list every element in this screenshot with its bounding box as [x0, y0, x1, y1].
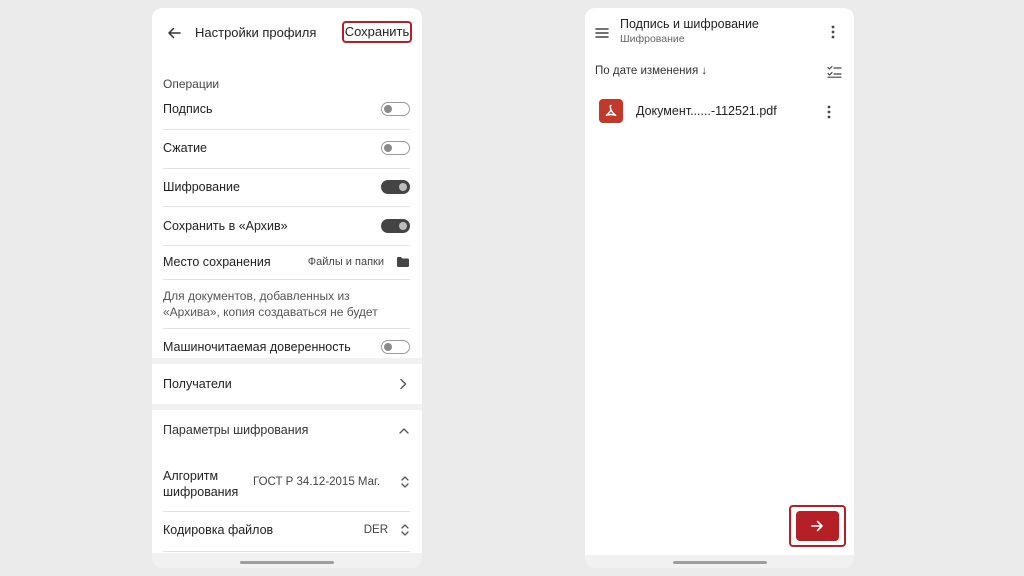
checklist-icon[interactable] [827, 65, 842, 78]
main-content: Подпись и шифрование Шифрование По дате … [585, 8, 854, 555]
save-location-label: Место сохранения [163, 255, 271, 269]
encryption-row[interactable]: Шифрование [163, 180, 410, 196]
algorithm-row[interactable]: Алгоритм шифрования ГОСТ Р 34.12-2015 Ма… [163, 460, 410, 499]
compression-toggle[interactable] [381, 141, 410, 155]
home-indicator [240, 561, 334, 564]
more-vert-icon[interactable] [831, 25, 835, 39]
file-name: Документ......-112521.pdf [636, 104, 777, 118]
algorithm-label: Алгоритм шифрования [163, 468, 238, 500]
save-to-archive-label: Сохранить в «Архив» [163, 219, 288, 233]
divider [163, 206, 410, 207]
save-button[interactable]: Сохранить [342, 21, 412, 43]
top-app-bar: Настройки профиля Сохранить [152, 8, 422, 58]
save-to-archive-row[interactable]: Сохранить в «Архив» [163, 219, 410, 235]
divider [163, 279, 410, 280]
file-encoding-value: DER [363, 524, 388, 536]
profile-settings-screen: Настройки профиля Сохранить Операции Под… [152, 8, 422, 568]
file-encoding-row[interactable]: Кодировка файлов DER [163, 523, 410, 539]
menu-icon[interactable] [595, 27, 609, 39]
save-to-archive-toggle[interactable] [381, 219, 410, 233]
divider [163, 328, 410, 329]
encryption-params-label: Параметры шифрования [163, 423, 309, 437]
back-arrow-icon[interactable] [166, 25, 182, 41]
operations-card: Операции Подпись Сжатие Шифрование Сохра… [152, 58, 422, 358]
next-button[interactable] [796, 511, 839, 541]
divider [163, 511, 410, 512]
arrow-right-icon [811, 520, 823, 532]
encryption-params-header[interactable]: Параметры шифрования [152, 410, 422, 450]
machine-readable-label: Машиночитаемая доверенность [163, 340, 351, 354]
pdf-icon [599, 99, 623, 123]
archive-note: Для документов, добавленных из «Архива»,… [163, 289, 378, 319]
next-button-highlight [789, 505, 846, 547]
sign-encrypt-screen: Подпись и шифрование Шифрование По дате … [585, 8, 854, 568]
recipients-row[interactable]: Получатели [152, 364, 422, 404]
encryption-toggle[interactable] [381, 180, 410, 194]
sort-button[interactable]: По дате изменения ↓ [595, 65, 707, 77]
machine-readable-row[interactable]: Машиночитаемая доверенность [163, 340, 410, 356]
file-more-icon[interactable] [827, 105, 831, 119]
divider [163, 551, 410, 552]
encryption-label: Шифрование [163, 180, 240, 194]
compression-label: Сжатие [163, 141, 208, 155]
operations-section-label: Операции [163, 77, 220, 91]
page-title: Подпись и шифрование [620, 17, 759, 31]
algorithm-label-line2: шифрования [163, 485, 239, 499]
signature-toggle[interactable] [381, 102, 410, 116]
updown-chevron-icon[interactable] [400, 522, 410, 538]
updown-chevron-icon[interactable] [400, 474, 410, 490]
machine-readable-toggle[interactable] [381, 340, 410, 354]
folder-icon[interactable] [396, 256, 410, 268]
signature-label: Подпись [163, 102, 213, 116]
signature-row[interactable]: Подпись [163, 102, 410, 118]
algorithm-value: ГОСТ Р 34.12-2015 Маг. [253, 476, 381, 488]
file-list-item[interactable]: Документ......-112521.pdf [585, 93, 854, 129]
divider [163, 245, 410, 246]
compression-row[interactable]: Сжатие [163, 141, 410, 157]
page-subtitle: Шифрование [620, 33, 685, 45]
chevron-up-icon[interactable] [398, 426, 410, 436]
encryption-params-card: Параметры шифрования Алгоритм шифрования… [152, 410, 422, 553]
file-encoding-label: Кодировка файлов [163, 523, 274, 537]
home-indicator [673, 561, 767, 564]
algorithm-label-line1: Алгоритм [163, 469, 219, 483]
page-title: Настройки профиля [195, 25, 317, 40]
recipients-label: Получатели [163, 377, 232, 391]
save-location-row[interactable]: Место сохранения Файлы и папки [163, 255, 410, 271]
chevron-right-icon [400, 378, 407, 390]
save-location-value: Файлы и папки [307, 256, 384, 268]
divider [163, 129, 410, 130]
divider [163, 168, 410, 169]
